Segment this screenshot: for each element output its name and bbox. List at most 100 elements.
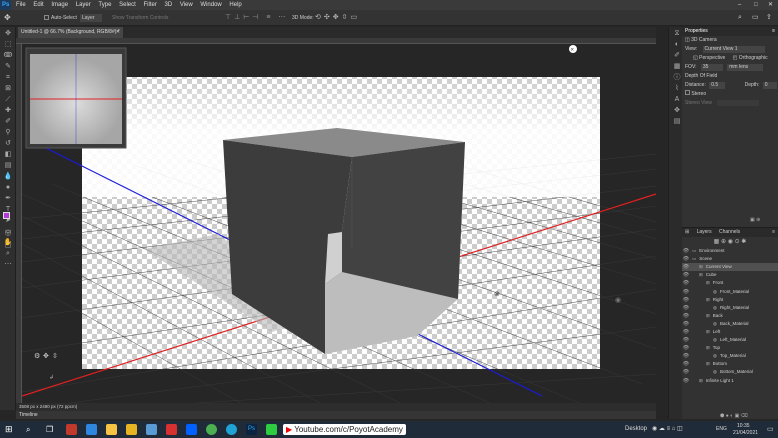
desktop-label[interactable]: Desktop	[625, 426, 647, 432]
visibility-eye-icon[interactable]: 👁	[682, 255, 690, 263]
clock-date[interactable]: 21/04/2021	[733, 430, 758, 436]
layer-row[interactable]: 👁 ◍ Right_Material	[682, 304, 778, 312]
menu-type[interactable]: Type	[95, 0, 114, 10]
menu-select[interactable]: Select	[116, 0, 139, 10]
move-tool-icon[interactable]: ✥	[3, 30, 13, 38]
edge-icon[interactable]	[226, 424, 237, 435]
menu-file[interactable]: File	[13, 0, 29, 10]
history-brush-icon[interactable]: ↺	[3, 140, 13, 148]
layer-row[interactable]: 👁 ⊞ Current View	[682, 263, 778, 272]
app-icon-10[interactable]	[266, 424, 277, 435]
tab-channels[interactable]: Channels	[719, 229, 740, 235]
minimize-button[interactable]: –	[738, 0, 741, 10]
move-tool-icon[interactable]: ✥	[4, 10, 11, 26]
clone-stamp-icon[interactable]: ⚲	[3, 129, 13, 137]
pen-tool-icon[interactable]: ✒	[3, 195, 13, 203]
visibility-eye-icon[interactable]: 👁	[682, 320, 690, 328]
crop-tool-icon[interactable]: ⌗	[3, 74, 13, 82]
visibility-eye-icon[interactable]: 👁	[682, 304, 690, 312]
photoshop-taskbar-icon[interactable]: Ps	[246, 424, 257, 435]
layer-row[interactable]: 👁 ◍ Back_Material	[682, 320, 778, 328]
layer-row[interactable]: 👁 ⊞ Top	[682, 344, 778, 352]
app-icon-6[interactable]	[166, 424, 177, 435]
info-icon[interactable]: ⓘ	[672, 74, 682, 82]
app-icon-4[interactable]	[126, 424, 137, 435]
notifications-icon[interactable]: ▭	[767, 425, 774, 433]
view-dropdown[interactable]: Current View 1	[702, 46, 765, 53]
stereo-view-dropdown[interactable]	[717, 99, 760, 106]
menu-3d[interactable]: 3D	[161, 0, 175, 10]
light-handle-icon[interactable]: ◉	[615, 297, 621, 304]
visibility-eye-icon[interactable]: 👁	[682, 271, 690, 279]
visibility-eye-icon[interactable]: 👁	[682, 263, 690, 271]
3d-navigator-minimap[interactable]	[25, 47, 127, 149]
fov-input[interactable]: 35	[700, 64, 723, 71]
quick-select-icon[interactable]: ✎	[3, 63, 13, 71]
frame-tool-icon[interactable]: ⊠	[3, 85, 13, 93]
foreground-color-swatch[interactable]	[3, 212, 10, 219]
layer-row[interactable]: 👁 ⊞ Right	[682, 296, 778, 304]
swatches-icon[interactable]: ▦	[672, 63, 682, 71]
adjustments-icon[interactable]: ◐	[672, 41, 682, 49]
maximize-button[interactable]: □	[754, 0, 758, 10]
character-icon[interactable]: A	[672, 96, 682, 104]
layer-row[interactable]: 👁 ⊞ Front	[682, 279, 778, 287]
document-tab[interactable]: Untitled-1 @ 66.7% (Background, RGB/8#) …	[18, 27, 123, 38]
quick-mask-icon[interactable]: ◎	[3, 230, 13, 238]
app-icon-2[interactable]	[86, 424, 97, 435]
visibility-eye-icon[interactable]: 👁	[682, 312, 690, 320]
menu-view[interactable]: View	[177, 0, 196, 10]
visibility-eye-icon[interactable]: 👁	[682, 377, 690, 385]
marquee-tool-icon[interactable]: ⬚	[3, 41, 13, 49]
canvas-scene[interactable]: × ⚙ ✥ ⇳ ↲ ⊗ ◉	[22, 44, 656, 404]
screen-mode-icon[interactable]: ▢	[3, 242, 13, 250]
auto-select-checkbox[interactable]	[44, 15, 49, 20]
visibility-eye-icon[interactable]: 👁	[682, 368, 690, 376]
stereo-checkbox[interactable]	[685, 90, 690, 95]
layer-row[interactable]: 👁 ⊞ Left	[682, 328, 778, 336]
eyedropper-icon[interactable]: ⟋	[3, 96, 13, 104]
libraries-icon[interactable]: ▤	[672, 118, 682, 126]
store-icon[interactable]	[146, 424, 157, 435]
layer-row[interactable]: 👁 ⊞ Back	[682, 312, 778, 320]
clock-time[interactable]: 10:35	[737, 423, 750, 429]
healing-brush-icon[interactable]: ✚	[3, 107, 13, 115]
tab-layers[interactable]: Layers	[697, 229, 712, 235]
blur-tool-icon[interactable]: 💧	[3, 173, 13, 181]
close-button[interactable]: ✕	[768, 0, 773, 10]
visibility-eye-icon[interactable]: 👁	[682, 344, 690, 352]
properties-footer-icons[interactable]: ▣ ⊕	[750, 217, 760, 223]
windows-start-icon[interactable]: ⊞	[5, 424, 16, 435]
align-icons[interactable]: ⊤⊥⊢⊣ ≡ ⋯	[225, 10, 288, 26]
task-view-icon[interactable]: ❐	[46, 424, 57, 435]
fov-unit-dropdown[interactable]: mm lens	[727, 64, 764, 71]
brush-settings-icon[interactable]: ✐	[672, 52, 682, 60]
layer-row[interactable]: 👁 ⊞ Bottom	[682, 360, 778, 368]
lasso-tool-icon[interactable]: ↂ	[3, 52, 13, 60]
ps-logo-icon[interactable]: Ps	[0, 0, 12, 10]
app-icon-1[interactable]	[66, 424, 77, 435]
workspace-icon[interactable]: ▭	[752, 10, 759, 26]
file-explorer-icon[interactable]	[106, 424, 117, 435]
visibility-eye-icon[interactable]: 👁	[682, 247, 690, 255]
visibility-eye-icon[interactable]: 👁	[682, 360, 690, 368]
layers-footer-icons[interactable]: ⬢ ● ◐ ▣ ⌫	[720, 413, 748, 419]
paths-icon[interactable]: ⌇	[672, 85, 682, 93]
more-tools-icon[interactable]: ⋯	[3, 261, 13, 269]
visibility-eye-icon[interactable]: 👁	[682, 296, 690, 304]
layer-row[interactable]: 👁 ▭ Environment	[682, 247, 778, 255]
layer-row[interactable]: 👁 ▭ Scene	[682, 255, 778, 263]
dropbox-icon[interactable]	[186, 424, 197, 435]
layer-row[interactable]: 👁 ◍ Front_Material	[682, 287, 778, 295]
menu-filter[interactable]: Filter	[140, 0, 159, 10]
layer-row[interactable]: 👁 ◍ Left_Material	[682, 336, 778, 344]
search-taskbar-icon[interactable]: ⌕	[26, 424, 37, 435]
visibility-eye-icon[interactable]: 👁	[682, 288, 690, 296]
brush-tool-icon[interactable]: ✐	[3, 118, 13, 126]
layer-row[interactable]: 👁 ◍ Top_Material	[682, 352, 778, 360]
menu-image[interactable]: Image	[48, 0, 71, 10]
distance-input[interactable]: 0.5	[709, 82, 726, 89]
close-tab-icon[interactable]: ✕	[116, 27, 120, 38]
visibility-eye-icon[interactable]: 👁	[682, 328, 690, 336]
properties-tab[interactable]: Properties ≡	[682, 27, 778, 36]
